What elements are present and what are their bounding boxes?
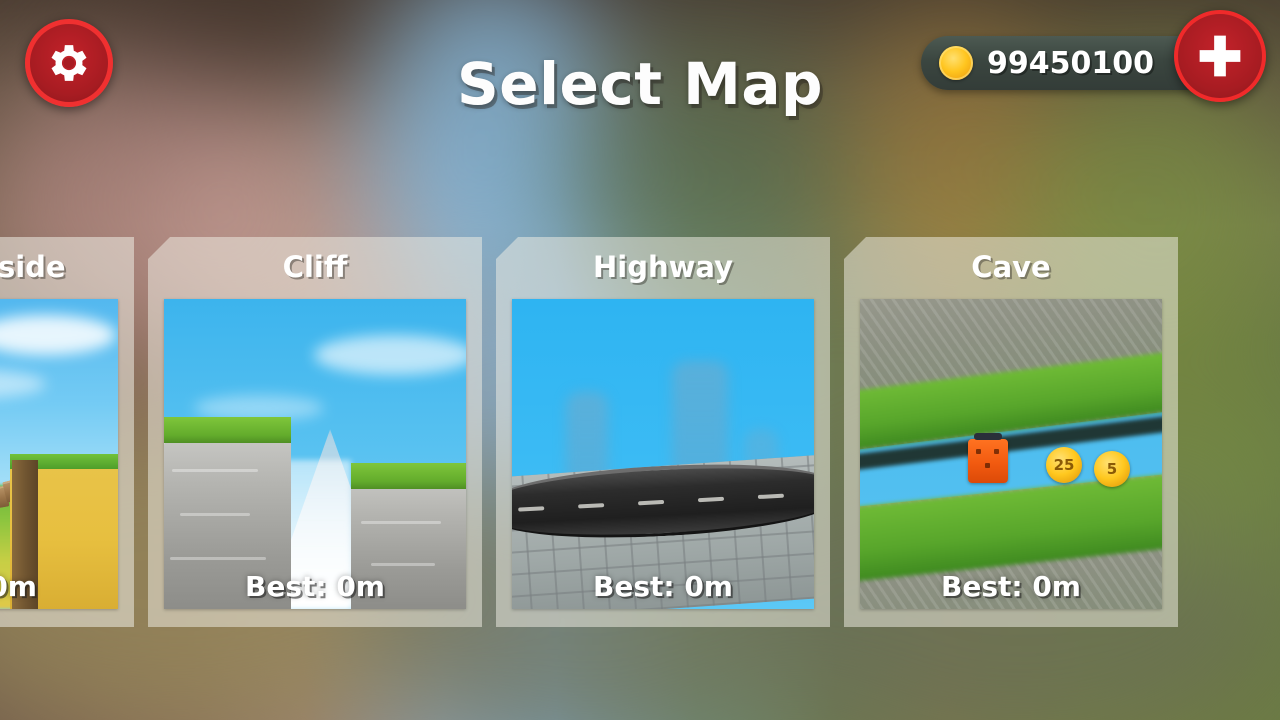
coin-counter: 99450100 xyxy=(921,36,1216,90)
game-screen: Select Map 99450100 Countryside xyxy=(0,0,1280,720)
map-thumbnail-cliff: Best: 0m xyxy=(164,299,466,609)
fuel-can-icon xyxy=(968,433,1008,483)
map-thumbnail-cave: 25 5 Best: 0m xyxy=(860,299,1162,609)
map-card-cave[interactable]: Cave 25 5 Best: 0m xyxy=(844,237,1178,627)
map-best-score: Best: 0m xyxy=(941,570,1081,603)
map-best-score: Best: 0m xyxy=(0,570,37,603)
map-card-title: Cliff xyxy=(282,250,348,284)
map-card-countryside[interactable]: Countryside Best: 0m xyxy=(0,237,134,627)
map-card-title: Highway xyxy=(593,250,733,284)
map-card-highway[interactable]: Highway Best: 0m xyxy=(496,237,830,627)
plus-icon xyxy=(1194,30,1246,82)
map-card-list: Countryside Best: 0m Cliff xyxy=(0,237,1178,627)
map-card-title: Cave xyxy=(971,250,1051,284)
map-card-title: Countryside xyxy=(0,250,66,284)
map-thumbnail-countryside: Best: 0m xyxy=(0,299,118,609)
map-best-score: Best: 0m xyxy=(593,570,733,603)
map-card-cliff[interactable]: Cliff Best: 0m xyxy=(148,237,482,627)
map-best-score: Best: 0m xyxy=(245,570,385,603)
coin-pickup-icon: 25 xyxy=(1046,447,1082,483)
add-coins-button[interactable] xyxy=(1174,10,1266,102)
coin-amount: 99450100 xyxy=(987,45,1154,81)
coin-pickup-icon: 5 xyxy=(1094,451,1130,487)
map-thumbnail-highway: Best: 0m xyxy=(512,299,814,609)
coin-icon xyxy=(939,46,973,80)
